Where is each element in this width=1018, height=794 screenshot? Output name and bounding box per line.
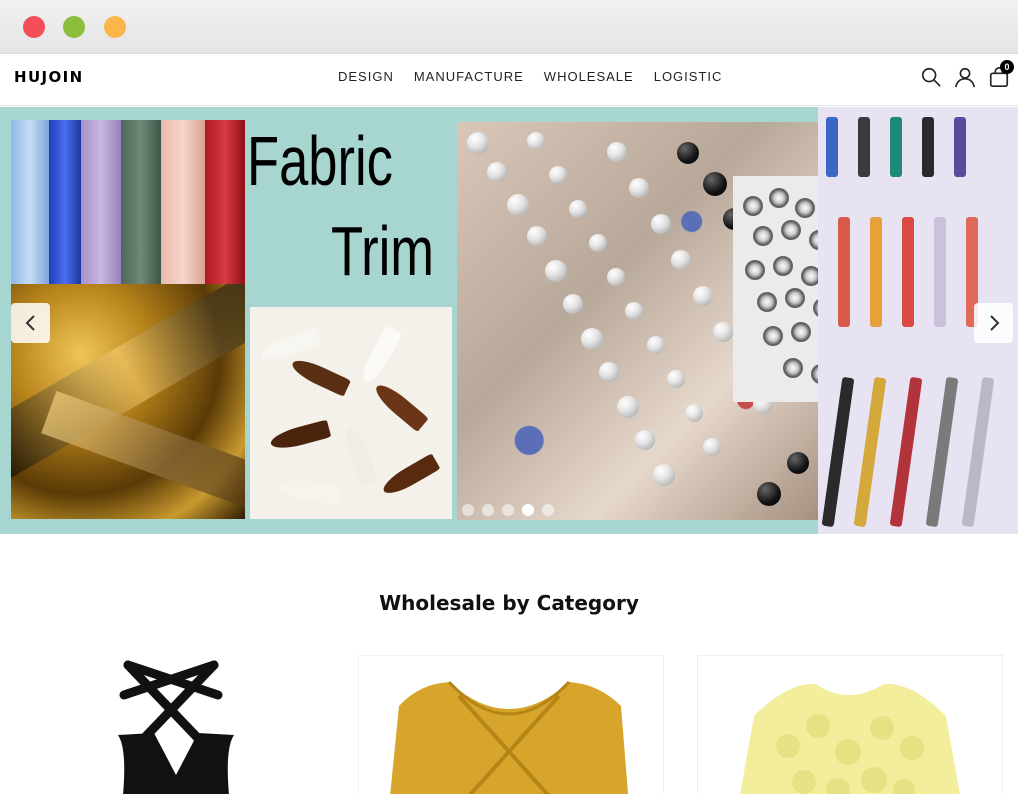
hero-title-line1: Fabric [247, 122, 393, 200]
black-strappy-top-image [118, 660, 234, 794]
search-icon[interactable] [920, 66, 942, 88]
carousel-next-button[interactable] [974, 303, 1013, 343]
carousel-dot[interactable] [522, 504, 534, 516]
carousel-dot[interactable] [502, 504, 514, 516]
category-card-yellow-sweater[interactable] [697, 655, 1003, 794]
cart-count-badge: 0 [1000, 60, 1014, 74]
chevron-right-icon [989, 315, 999, 331]
header-icons: 0 [920, 60, 1014, 88]
yellow-ruffle-sweater-image [740, 683, 960, 794]
carousel-dot[interactable] [462, 504, 474, 516]
section-title: Wholesale by Category [379, 591, 639, 615]
site-logo[interactable]: HUJOIN [14, 68, 84, 86]
window-close-button[interactable] [23, 16, 45, 38]
silk-fabric-swatches-image [11, 120, 245, 284]
nav-wholesale[interactable]: WHOLESALE [534, 69, 644, 85]
cart-icon[interactable]: 0 [988, 60, 1014, 88]
user-icon[interactable] [954, 66, 976, 88]
category-card-mustard-top[interactable] [358, 655, 664, 794]
chevron-left-icon [25, 315, 35, 331]
nav-manufacture[interactable]: MANUFACTURE [404, 69, 534, 85]
nav-design[interactable]: DESIGN [328, 69, 404, 85]
carousel-prev-button[interactable] [11, 303, 50, 343]
window-titlebar [0, 0, 1018, 54]
nav-logistic[interactable]: LOGISTIC [644, 69, 733, 85]
window-minimize-button[interactable] [63, 16, 85, 38]
category-card-black-top[interactable] [18, 655, 324, 794]
carousel-dot[interactable] [482, 504, 494, 516]
hero-title-block: Fabric Trim [245, 120, 457, 305]
window-zoom-button[interactable] [104, 16, 126, 38]
carousel-dot[interactable] [542, 504, 554, 516]
site-header: HUJOIN DESIGN MANUFACTURE WHOLESALE LOGI… [0, 54, 1018, 106]
mustard-crisscross-top-image [390, 680, 629, 794]
hero-title-line2: Trim [331, 212, 435, 290]
toggle-buttons-image [250, 307, 452, 519]
main-menu: DESIGN MANUFACTURE WHOLESALE LOGISTIC [328, 69, 732, 85]
carousel-pagination [462, 504, 554, 516]
